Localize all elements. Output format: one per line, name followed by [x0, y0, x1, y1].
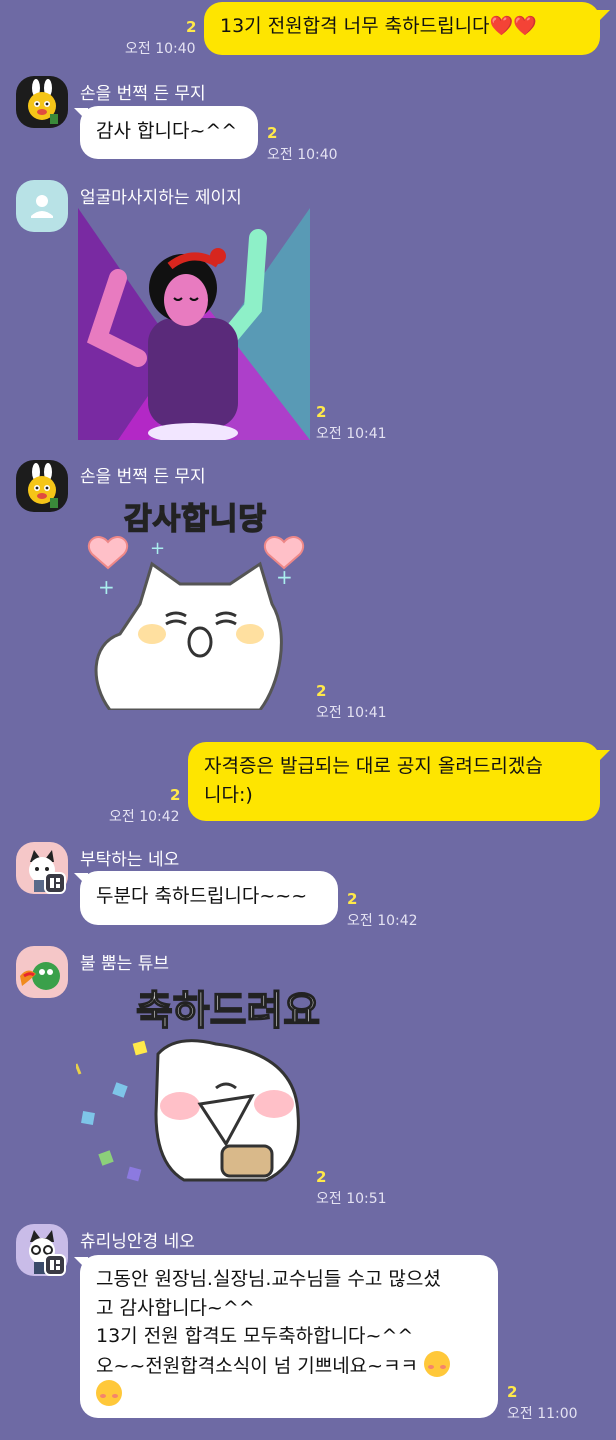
- message-time: 오전 10:40: [125, 41, 196, 57]
- outgoing-message-bubble[interactable]: 13기 전원합격 너무 축하드립니다❤️❤️: [204, 2, 600, 55]
- profile-badge-icon: [44, 872, 66, 894]
- message-time: 오전 10:40: [267, 147, 338, 163]
- svg-text:+: +: [150, 538, 165, 559]
- message-time: 오전 11:00: [507, 1406, 578, 1422]
- sticker-text: 감사합니당: [123, 501, 267, 538]
- dancing-woman-sticker[interactable]: [78, 208, 310, 440]
- smiling-hearts-emoji-icon: [424, 1350, 451, 1377]
- unread-count: 2: [186, 18, 197, 36]
- cat-thanks-sticker[interactable]: 감사합니당 + + +: [80, 486, 310, 710]
- message-text: 감사 합니다~^^: [96, 120, 238, 142]
- sender-name: 손을 번쩍 든 무지: [80, 84, 206, 104]
- profile-badge-icon: [44, 1254, 66, 1276]
- message-text-line: 13기 전원 합격도 모두축하합니다~^^: [96, 1325, 414, 1347]
- svg-text:+: +: [98, 575, 115, 599]
- message-time: 오전 10:42: [109, 809, 180, 825]
- default-profile-icon: [31, 195, 53, 218]
- message-text: 두분다 축하드립니다~~~: [96, 885, 308, 907]
- unread-count: 2: [507, 1383, 518, 1401]
- unread-count: 2: [316, 1168, 327, 1186]
- incoming-message-bubble[interactable]: 두분다 축하드립니다~~~: [80, 871, 338, 925]
- sender-name: 츄리닝안경 네오: [80, 1232, 195, 1252]
- sender-name: 손을 번쩍 든 무지: [80, 467, 206, 487]
- message-time: 오전 10:51: [316, 1191, 387, 1207]
- muzi-avatar-icon: [28, 463, 58, 508]
- incoming-message-bubble[interactable]: 그동안 원장님.실장님.교수님들 수고 많으셨 고 감사합니다~^^ 13기 전…: [80, 1255, 498, 1418]
- congrats-blob-sticker[interactable]: 축하드려요: [76, 972, 321, 1200]
- sender-name: 부탁하는 네오: [80, 850, 180, 870]
- bubble-tail: [596, 10, 610, 24]
- outgoing-message-bubble[interactable]: 자격증은 발급되는 대로 공지 올려드리겠습 니다:): [188, 742, 600, 821]
- avatar[interactable]: [16, 460, 68, 512]
- incoming-message-bubble[interactable]: 감사 합니다~^^: [80, 106, 258, 159]
- avatar[interactable]: [16, 946, 68, 998]
- sender-name: 얼굴마사지하는 제이지: [80, 188, 242, 208]
- muzi-avatar-icon: [28, 79, 58, 124]
- unread-count: 2: [267, 124, 278, 142]
- unread-count: 2: [316, 403, 327, 421]
- message-time: 오전 10:41: [316, 426, 387, 442]
- sticker-text: 축하드려요: [135, 987, 321, 1035]
- unread-count: 2: [347, 890, 358, 908]
- unread-count: 2: [316, 682, 327, 700]
- message-time: 오전 10:42: [347, 913, 418, 929]
- message-text: 13기 전원합격 너무 축하드립니다: [220, 15, 490, 37]
- tube-fire-avatar-icon: [20, 962, 60, 990]
- heart-emoji: ❤️❤️: [489, 15, 537, 37]
- sender-name: 불 뿜는 튜브: [80, 954, 170, 974]
- message-time: 오전 10:41: [316, 705, 387, 721]
- svg-text:+: +: [276, 565, 293, 589]
- unread-count: 2: [170, 786, 181, 804]
- message-text-line: 니다:): [204, 784, 253, 806]
- avatar[interactable]: [16, 180, 68, 232]
- message-text-line: 고 감사합니다~^^: [96, 1296, 255, 1319]
- message-text-line: 자격증은 발급되는 대로 공지 올려드리겠습: [204, 755, 543, 777]
- message-text-line: 오~~전원합격소식이 넘 기쁘네요~ㅋㅋ: [96, 1354, 419, 1377]
- bubble-tail: [596, 750, 610, 764]
- smiling-hearts-emoji-icon: [96, 1380, 122, 1406]
- avatar[interactable]: [16, 76, 68, 128]
- message-text-line: 그동안 원장님.실장님.교수님들 수고 많으셨: [96, 1268, 441, 1290]
